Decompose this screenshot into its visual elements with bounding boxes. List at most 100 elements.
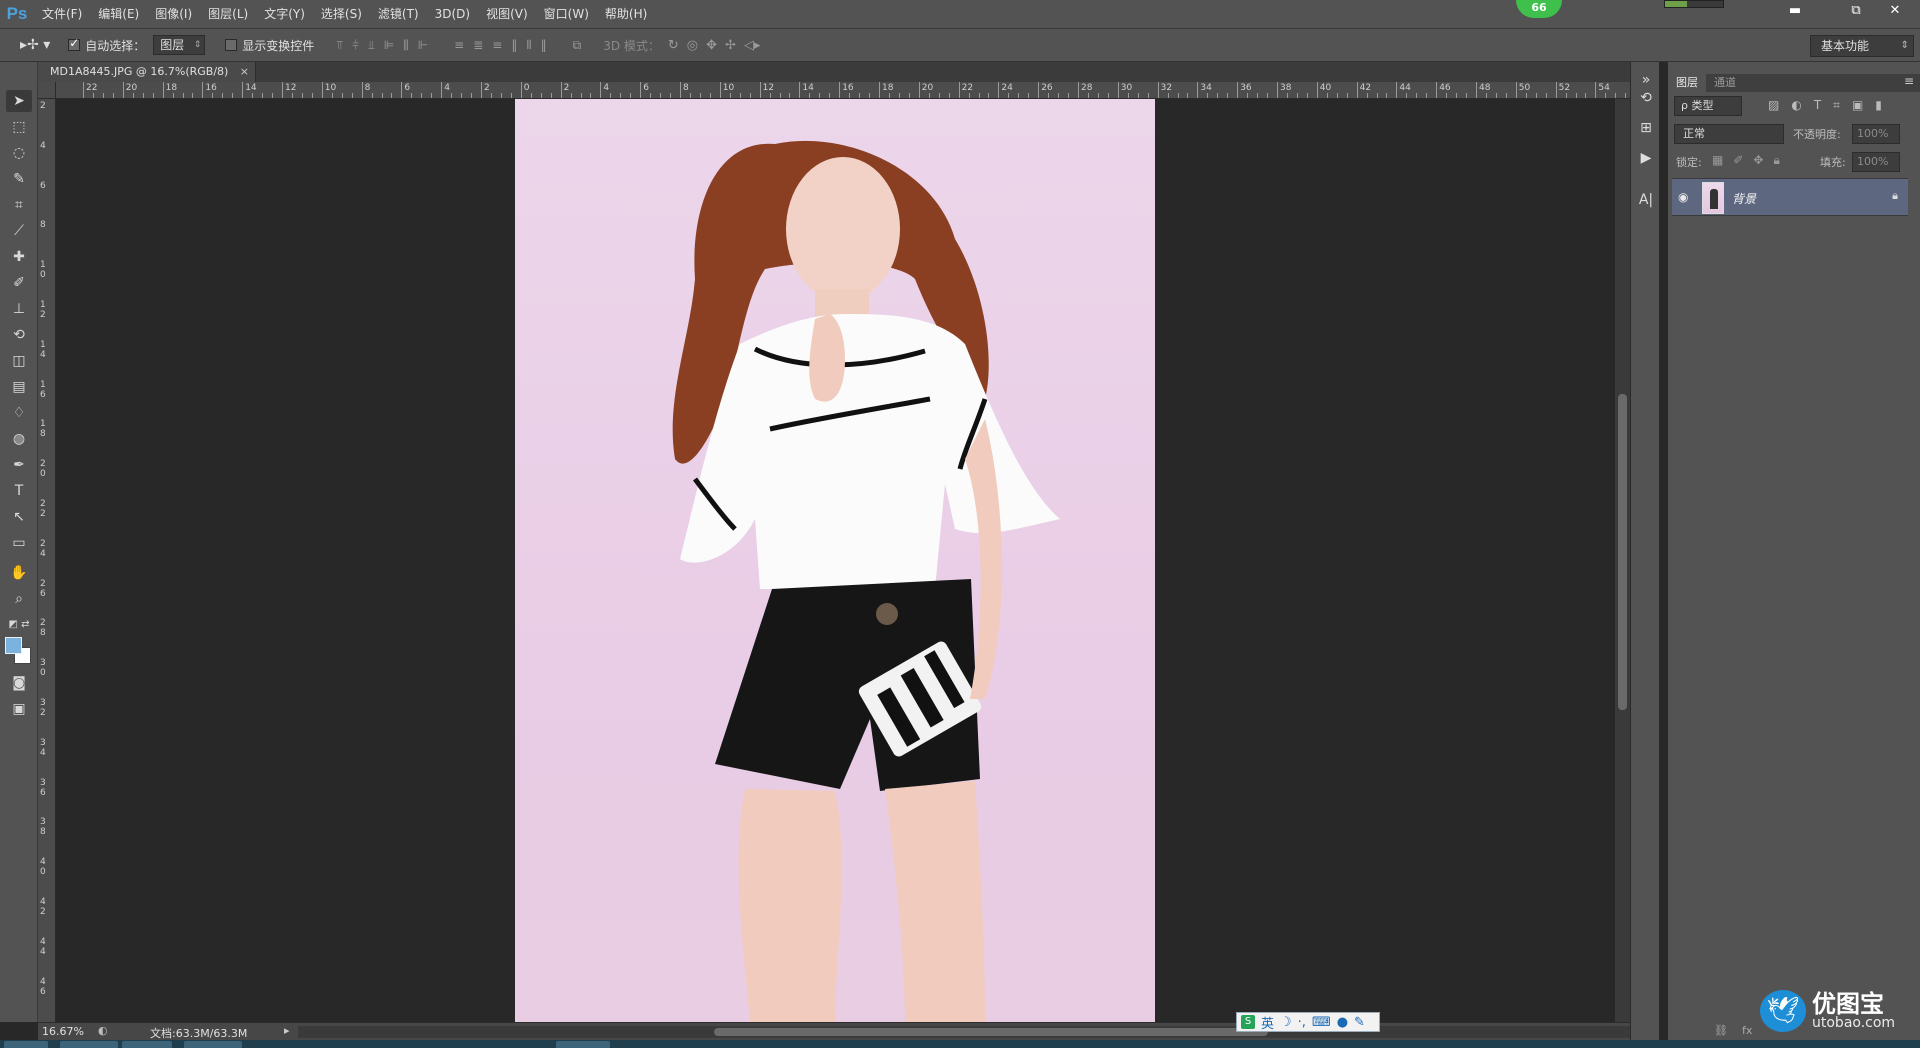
tab-layers[interactable]: 图层 <box>1668 74 1706 92</box>
ime-punct-icon[interactable]: ·, <box>1298 1015 1306 1030</box>
distribute-top-icon[interactable]: ≡ <box>454 38 464 53</box>
vertical-scrollbar[interactable] <box>1615 99 1630 1022</box>
healing-brush-tool-icon[interactable]: ✚ <box>6 246 32 268</box>
filter-pixel-icon[interactable]: ▨ <box>1768 98 1779 113</box>
3d-slide-icon[interactable]: ✢ <box>725 38 736 53</box>
filter-type-icon[interactable]: T <box>1814 98 1821 113</box>
menu-filter[interactable]: 滤镜(T) <box>370 0 427 29</box>
eyedropper-tool-icon[interactable]: ⟋ <box>6 220 32 242</box>
taskbar-item-4[interactable] <box>556 1041 610 1048</box>
3d-pan-icon[interactable]: ✥ <box>706 38 717 53</box>
lock-image-icon[interactable]: ✐ <box>1733 153 1743 168</box>
opacity-input[interactable]: 100% <box>1852 124 1900 144</box>
ime-settings-icon[interactable]: ✎ <box>1354 1015 1365 1030</box>
brush-tool-icon[interactable]: ✐ <box>6 272 32 294</box>
foreground-color-swatch[interactable] <box>5 637 22 654</box>
horizontal-scrollbar[interactable] <box>298 1026 1630 1038</box>
horizontal-scroll-thumb[interactable] <box>714 1028 1268 1036</box>
distribute-bottom-icon[interactable]: ≡ <box>492 38 502 53</box>
document-tab-close-icon[interactable]: × <box>240 62 249 82</box>
3d-roll-icon[interactable]: ◎ <box>687 38 698 53</box>
layer-filter-dropdown[interactable]: ρ 类型 <box>1674 96 1742 116</box>
3d-scale-icon[interactable]: ◁▸ <box>744 38 761 53</box>
distribute-hcenter-icon[interactable]: ⦀ <box>526 38 531 53</box>
align-hcenter-icon[interactable]: ⫼ <box>403 38 409 53</box>
eraser-tool-icon[interactable]: ◫ <box>6 350 32 372</box>
layer-style-icon[interactable]: fx <box>1742 1024 1752 1037</box>
layer-visibility-eye-icon[interactable]: ◉ <box>1678 190 1688 204</box>
filter-shape-icon[interactable]: ⌗ <box>1833 98 1840 113</box>
fill-input[interactable]: 100% <box>1852 152 1900 172</box>
crop-tool-icon[interactable]: ⌗ <box>6 194 32 216</box>
type-tool-icon[interactable]: T <box>6 480 32 502</box>
status-menu-arrow-icon[interactable]: ▸ <box>284 1024 290 1037</box>
taskbar-item-3[interactable] <box>184 1041 242 1048</box>
menu-type[interactable]: 文字(Y) <box>256 0 313 29</box>
blur-tool-icon[interactable]: ♢ <box>6 402 32 424</box>
marquee-tool-icon[interactable]: ⬚ <box>6 116 32 138</box>
menu-window[interactable]: 窗口(W) <box>536 0 597 29</box>
menu-select[interactable]: 选择(S) <box>313 0 370 29</box>
blend-mode-dropdown[interactable]: 正常 <box>1674 124 1784 144</box>
taskbar-item-1[interactable] <box>60 1041 118 1048</box>
lasso-tool-icon[interactable]: ◌ <box>6 142 32 164</box>
menu-3d[interactable]: 3D(D) <box>427 0 478 29</box>
screen-mode-icon[interactable]: ▣ <box>6 698 32 720</box>
workspace-dropdown[interactable]: 基本功能 <box>1810 35 1914 57</box>
dodge-tool-icon[interactable]: ◍ <box>6 428 32 450</box>
align-right-icon[interactable]: ⊩ <box>418 38 428 53</box>
vertical-ruler[interactable]: 2 4 6 8 1 0 1 2 1 4 1 6 1 8 2 0 2 2 2 4 2 6 2 8 3 0 3 2… <box>38 99 56 1022</box>
filter-toggle-icon[interactable]: ▮ <box>1875 98 1882 113</box>
distribute-right-icon[interactable]: ‖ <box>541 38 547 53</box>
ime-moon-icon[interactable]: ☽ <box>1280 1015 1292 1030</box>
rectangle-tool-icon[interactable]: ▭ <box>6 532 32 554</box>
align-vcenter-icon[interactable]: ⫩ <box>352 38 359 53</box>
gradient-tool-icon[interactable]: ▤ <box>6 376 32 398</box>
move-tool-icon[interactable]: ➤ <box>6 90 32 112</box>
show-transform-checkbox[interactable] <box>225 39 238 51</box>
close-button[interactable]: ✕ <box>1880 2 1910 22</box>
menu-image[interactable]: 图像(I) <box>147 0 200 29</box>
quick-mask-icon[interactable]: ◙ <box>6 672 32 694</box>
layer-row[interactable]: ◉ 背景 🔒︎ <box>1672 178 1908 216</box>
ruler-origin[interactable] <box>38 82 56 99</box>
auto-align-icon[interactable]: ⧉ <box>573 38 582 53</box>
link-layers-icon[interactable]: ⛓ <box>1714 1024 1728 1037</box>
ime-user-icon[interactable]: ● <box>1337 1015 1348 1030</box>
clone-stamp-tool-icon[interactable]: ⊥ <box>6 298 32 320</box>
menu-edit[interactable]: 编辑(E) <box>90 0 147 29</box>
align-left-icon[interactable]: ⊫ <box>384 38 394 53</box>
ime-toolbar[interactable]: S 英 ☽ ·, ⌨ ● ✎ <box>1236 1012 1380 1032</box>
ime-language[interactable]: 英 <box>1261 1013 1274 1032</box>
filter-smart-object-icon[interactable]: ▣ <box>1852 98 1863 113</box>
dock-history-icon[interactable]: ⟲ <box>1636 88 1656 108</box>
lock-position-icon[interactable]: ✥ <box>1753 153 1763 168</box>
taskbar-item-2[interactable] <box>122 1041 172 1048</box>
lock-all-icon[interactable]: 🔒︎ <box>1773 153 1779 168</box>
distribute-vcenter-icon[interactable]: ≣ <box>473 38 483 53</box>
dock-collapse-icon[interactable]: » <box>1636 70 1656 90</box>
document-image[interactable] <box>515 99 1155 1022</box>
path-select-tool-icon[interactable]: ↖ <box>6 506 32 528</box>
dock-properties-icon[interactable]: ⊞ <box>1636 118 1656 138</box>
menu-view[interactable]: 视图(V) <box>478 0 536 29</box>
lock-transparent-icon[interactable]: ▦ <box>1712 153 1723 168</box>
dock-actions-icon[interactable]: ▶ <box>1636 148 1656 168</box>
menu-layer[interactable]: 图层(L) <box>200 0 256 29</box>
align-top-icon[interactable]: ⫪ <box>336 38 343 53</box>
zoom-level[interactable]: 16.67% <box>42 1025 84 1038</box>
document-tab[interactable]: MD1A8445.JPG @ 16.7%(RGB/8) × <box>38 62 256 82</box>
menu-help[interactable]: 帮助(H) <box>597 0 655 29</box>
pen-tool-icon[interactable]: ✒ <box>6 454 32 476</box>
tab-channels[interactable]: 通道 <box>1706 74 1744 92</box>
dock-character-icon[interactable]: A| <box>1636 190 1656 210</box>
hand-tool-icon[interactable]: ✋ <box>6 562 32 584</box>
start-button[interactable] <box>4 1041 48 1048</box>
history-brush-tool-icon[interactable]: ⟲ <box>6 324 32 346</box>
zoom-tool-icon[interactable]: ⌕ <box>6 588 32 610</box>
distribute-left-icon[interactable]: ‖ <box>511 38 517 53</box>
quick-select-tool-icon[interactable]: ✎ <box>6 168 32 190</box>
vertical-scroll-thumb[interactable] <box>1618 394 1627 710</box>
minimize-button[interactable]: ▬ <box>1780 2 1810 22</box>
auto-select-checkbox[interactable] <box>68 36 81 51</box>
